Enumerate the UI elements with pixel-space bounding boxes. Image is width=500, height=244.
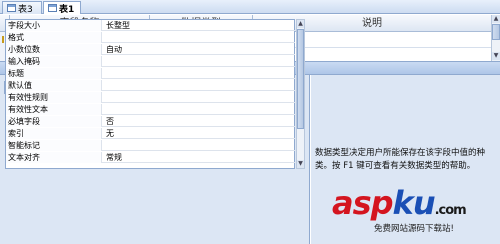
property-row[interactable]: 必填字段否 (6, 116, 295, 127)
document-tab-strip: 表3 表1 (0, 0, 500, 15)
property-label: 标题 (6, 68, 102, 79)
property-value[interactable]: 否 (103, 116, 295, 127)
property-value[interactable]: 自动 (103, 44, 295, 55)
site-watermark: aspku.com 免费网站源码下载站! (330, 184, 500, 244)
property-value[interactable]: 常规 (103, 152, 295, 163)
scroll-up-icon[interactable]: ▲ (492, 15, 500, 23)
tab-table1[interactable]: 表1 (43, 1, 81, 15)
properties-scrollbar[interactable]: ▲ ▼ (296, 19, 305, 169)
scroll-down-icon[interactable]: ▼ (492, 52, 500, 60)
property-value[interactable] (103, 80, 295, 91)
property-row[interactable]: 文本对齐 常规 (6, 152, 295, 163)
property-value[interactable] (103, 92, 295, 103)
scroll-thumb[interactable] (492, 24, 500, 40)
property-value[interactable]: 长整型 (103, 20, 295, 31)
property-label: 文本对齐 (6, 152, 102, 163)
property-row[interactable]: 有效性文本 (6, 104, 295, 115)
property-row[interactable]: 输入掩码 (6, 56, 295, 67)
property-row[interactable]: 小数位数 自动 (6, 44, 295, 55)
grid-scrollbar[interactable]: ▲ ▼ (491, 15, 500, 61)
site-logo: aspku.com (332, 184, 467, 222)
scroll-up-icon[interactable]: ▲ (297, 20, 304, 28)
property-label: 必填字段 (6, 116, 102, 127)
property-label: 索引 (6, 128, 102, 139)
properties-table: 字段大小 长整型 格式 小数位数 自动 输入掩码 标题 默认值 有效性规则 有效性文本 必填字段否索… (5, 19, 295, 169)
property-label: 小数位数 (6, 44, 102, 55)
property-row[interactable]: 默认值 (6, 80, 295, 91)
property-label: 格式 (6, 32, 102, 43)
table-icon (7, 4, 16, 12)
property-label: 有效性规则 (6, 92, 102, 103)
property-value[interactable] (103, 68, 295, 79)
tab-table3-label: 表3 (18, 4, 33, 15)
tab-table1-label: 表1 (59, 4, 75, 15)
property-value[interactable] (103, 56, 295, 67)
table-icon (48, 4, 57, 12)
property-row[interactable]: 智能标记 (6, 140, 295, 151)
property-label: 输入掩码 (6, 56, 102, 67)
property-row[interactable]: 索引无 (6, 128, 295, 139)
property-value[interactable] (103, 104, 295, 115)
property-row[interactable]: 标题 (6, 68, 295, 79)
site-tagline: 免费网站源码下载站! (374, 224, 454, 234)
tab-table3[interactable]: 表3 (2, 1, 42, 15)
property-value[interactable] (103, 140, 295, 151)
logo-part-ku: ku (392, 184, 436, 222)
property-label: 智能标记 (6, 140, 102, 151)
property-label: 字段大小 (6, 20, 102, 31)
property-row[interactable]: 格式 (6, 32, 295, 43)
property-row[interactable]: 字段大小 长整型 (6, 20, 295, 31)
property-value[interactable]: 无 (103, 128, 295, 139)
property-value[interactable] (103, 32, 295, 43)
logo-part-asp: asp (332, 184, 394, 222)
property-label: 默认值 (6, 80, 102, 91)
scroll-down-icon[interactable]: ▼ (297, 160, 304, 168)
property-label: 有效性文本 (6, 104, 102, 115)
scroll-thumb[interactable] (297, 29, 304, 129)
logo-part-domain: .com (434, 203, 467, 218)
property-row[interactable]: 有效性规则 (6, 92, 295, 103)
help-text: 数据类型决定用户所能保存在该字段中值的种类。按 F1 键可查看有关数据类型的帮助… (315, 148, 486, 171)
